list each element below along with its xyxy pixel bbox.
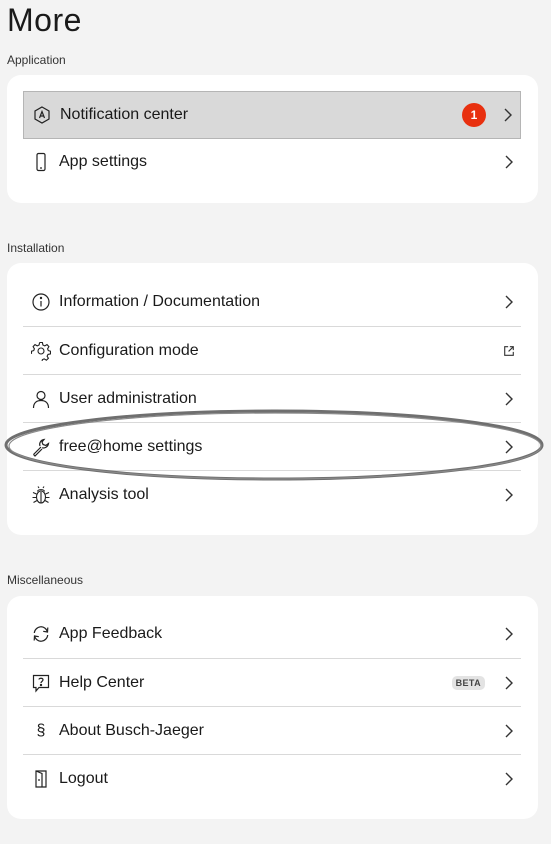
section-label-miscellaneous: Miscellaneous [7,573,84,587]
notification-center-row[interactable]: Notification center 1 [23,91,521,139]
gear-icon [23,328,59,374]
chevron-right-icon [497,279,521,325]
app-settings-row[interactable]: App settings [23,139,521,185]
configuration-mode-label: Configuration mode [59,341,199,359]
analysis-tool-row[interactable]: Analysis tool [23,470,521,518]
help-center-label: Help Center [59,673,145,691]
logout-icon [23,756,59,802]
chevron-right-icon [497,424,521,470]
configuration-mode-row[interactable]: Configuration mode [23,326,521,374]
notification-center-label: Notification center [60,106,189,123]
user-administration-label: User administration [59,389,197,407]
logout-label: Logout [59,769,108,787]
information-documentation-label: Information / Documentation [59,293,260,310]
page-title: More [7,2,82,38]
user-icon [23,376,59,422]
notification-icon [24,92,60,138]
chevron-right-icon [497,139,521,185]
help-icon [23,660,59,706]
notification-count-badge: 1 [462,103,486,127]
refresh-icon [23,611,59,657]
chevron-right-icon [497,708,521,754]
application-card: Notification center 1 App settings [7,75,538,203]
help-center-row[interactable]: Help Center BETA [23,658,521,706]
logout-row[interactable]: Logout [23,754,521,802]
section-label-application: Application [7,53,66,67]
app-feedback-row[interactable]: App Feedback [23,611,521,657]
chevron-right-icon [497,472,521,518]
wrench-icon [23,424,59,470]
about-busch-jaeger-row[interactable]: § About Busch-Jaeger [23,706,521,754]
bug-icon [23,472,59,518]
paragraph-icon: § [36,721,46,739]
chevron-right-icon [497,376,521,422]
chevron-right-icon [497,756,521,802]
freeathome-settings-row[interactable]: free@home settings [23,422,521,470]
phone-icon [23,139,59,185]
app-feedback-label: App Feedback [59,625,163,642]
information-documentation-row[interactable]: Information / Documentation [23,279,521,325]
beta-badge: BETA [451,675,485,690]
chevron-right-icon [497,660,521,706]
info-icon [23,279,59,325]
freeathome-settings-label: free@home settings [59,437,203,455]
installation-card: Information / Documentation Configuratio… [7,263,538,535]
app-settings-label: App settings [59,153,148,170]
chevron-right-icon [496,92,520,138]
chevron-right-icon [497,611,521,657]
about-busch-jaeger-label: About Busch-Jaeger [59,721,204,739]
external-link-icon [497,328,521,374]
section-label-installation: Installation [7,241,65,255]
user-administration-row[interactable]: User administration [23,374,521,422]
analysis-tool-label: Analysis tool [59,485,149,503]
miscellaneous-card: App Feedback Help Center BETA § About Bu… [7,596,538,819]
